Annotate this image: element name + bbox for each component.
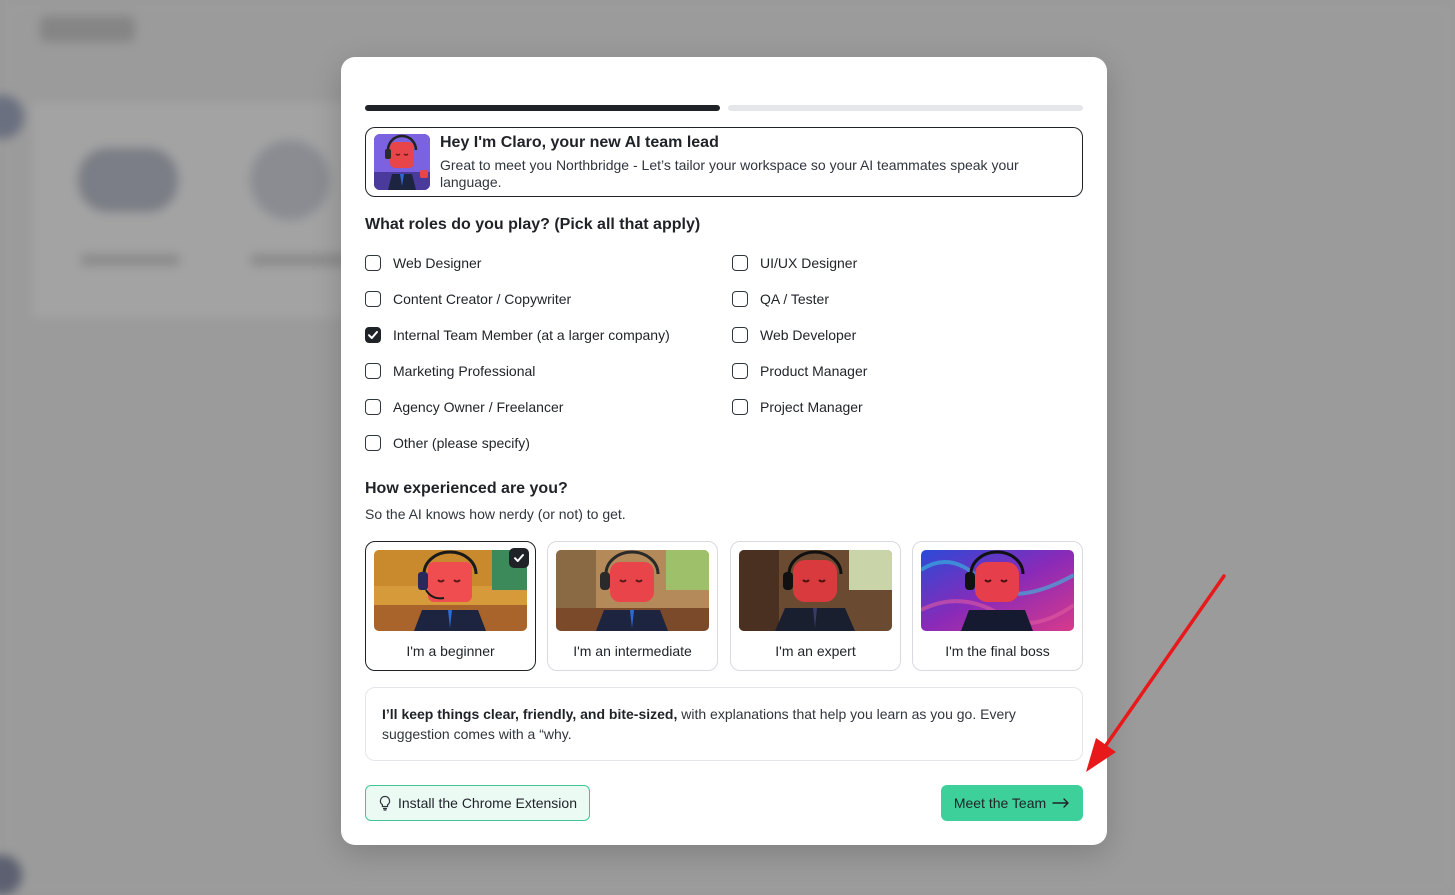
role-label: Other (please specify) [393, 435, 530, 451]
level-label: I'm an expert [775, 643, 856, 659]
background-card-label [80, 254, 180, 266]
level-card-expert[interactable]: I'm an expert [730, 541, 901, 671]
role-option-project-manager[interactable]: Project Manager [732, 397, 863, 417]
role-option-qa-tester[interactable]: QA / Tester [732, 289, 829, 309]
intro-subtitle: Great to meet you Northbridge - Let’s ta… [440, 157, 1019, 190]
install-extension-label: Install the Chrome Extension [398, 795, 577, 811]
checkbox-checked[interactable] [365, 327, 381, 343]
level-label: I'm the final boss [945, 643, 1050, 659]
meet-the-team-label: Meet the Team [953, 795, 1047, 811]
role-option-internal-team-member[interactable]: Internal Team Member (at a larger compan… [365, 325, 670, 345]
role-option-web-developer[interactable]: Web Developer [732, 325, 856, 345]
level-card-final-boss[interactable]: I'm the final boss [912, 541, 1083, 671]
level-image-final-boss [921, 550, 1074, 631]
checkbox[interactable] [365, 363, 381, 379]
install-extension-button[interactable]: Install the Chrome Extension [365, 785, 590, 821]
experience-question: How experienced are you? [365, 480, 568, 497]
level-image-expert [739, 550, 892, 631]
role-label: Internal Team Member (at a larger compan… [393, 327, 670, 343]
background-card-label [250, 254, 350, 266]
progress-bar [365, 105, 1083, 111]
intro-card: Hey I'm Claro, your new AI team lead Gre… [365, 127, 1083, 197]
background-card-image [250, 140, 330, 220]
selected-check-icon [509, 548, 529, 568]
role-label: QA / Tester [760, 291, 829, 307]
background-title [40, 16, 135, 42]
role-option-web-designer[interactable]: Web Designer [365, 253, 481, 273]
intro-title: Hey I'm Claro, your new AI team lead [440, 134, 719, 151]
role-option-ui-ux-designer[interactable]: UI/UX Designer [732, 253, 857, 273]
role-label: Marketing Professional [393, 363, 536, 379]
checkbox[interactable] [732, 327, 748, 343]
checkbox[interactable] [365, 435, 381, 451]
background-card-image [78, 148, 178, 212]
role-label: Product Manager [760, 363, 868, 379]
checkbox[interactable] [365, 255, 381, 271]
checkbox[interactable] [732, 399, 748, 415]
role-option-product-manager[interactable]: Product Manager [732, 361, 867, 381]
role-label: Web Designer [393, 255, 482, 271]
background-avatar [0, 855, 22, 895]
claro-avatar [374, 134, 430, 190]
background-avatar [0, 95, 24, 139]
checkbox[interactable] [365, 291, 381, 307]
check-icon [368, 331, 378, 339]
role-label: UI/UX Designer [760, 255, 858, 271]
progress-step-complete [365, 105, 720, 111]
checkbox[interactable] [732, 255, 748, 271]
role-label: Web Developer [760, 327, 857, 343]
level-image-intermediate [556, 550, 709, 631]
role-label: Agency Owner / Freelancer [393, 399, 564, 415]
experience-description: I’ll keep things clear, friendly, and bi… [365, 687, 1083, 761]
role-label: Project Manager [760, 399, 863, 415]
level-label: I'm a beginner [406, 643, 495, 659]
checkbox[interactable] [365, 399, 381, 415]
level-card-intermediate[interactable]: I'm an intermediate [547, 541, 718, 671]
lightbulb-icon [378, 795, 392, 811]
role-label: Content Creator / Copywriter [393, 291, 572, 307]
progress-step-pending [728, 105, 1083, 111]
level-image-beginner [374, 550, 527, 631]
checkbox[interactable] [732, 363, 748, 379]
level-label: I'm an intermediate [573, 643, 692, 659]
experience-subtitle: So the AI knows how nerdy (or not) to ge… [365, 506, 626, 522]
experience-levels: I'm a beginner I'm an intermediate I'm a… [365, 541, 1083, 671]
arrow-right-icon [1052, 798, 1070, 808]
description-bold: I’ll keep things clear, friendly, and bi… [382, 706, 678, 722]
onboarding-modal: Hey I'm Claro, your new AI team lead Gre… [341, 57, 1107, 845]
role-option-agency-owner[interactable]: Agency Owner / Freelancer [365, 397, 563, 417]
role-option-other[interactable]: Other (please specify) [365, 433, 530, 453]
roles-question: What roles do you play? (Pick all that a… [365, 216, 701, 233]
level-card-beginner[interactable]: I'm a beginner [365, 541, 536, 671]
checkbox[interactable] [732, 291, 748, 307]
meet-the-team-button[interactable]: Meet the Team [941, 785, 1083, 821]
role-option-marketing-professional[interactable]: Marketing Professional [365, 361, 535, 381]
role-option-content-creator[interactable]: Content Creator / Copywriter [365, 289, 571, 309]
